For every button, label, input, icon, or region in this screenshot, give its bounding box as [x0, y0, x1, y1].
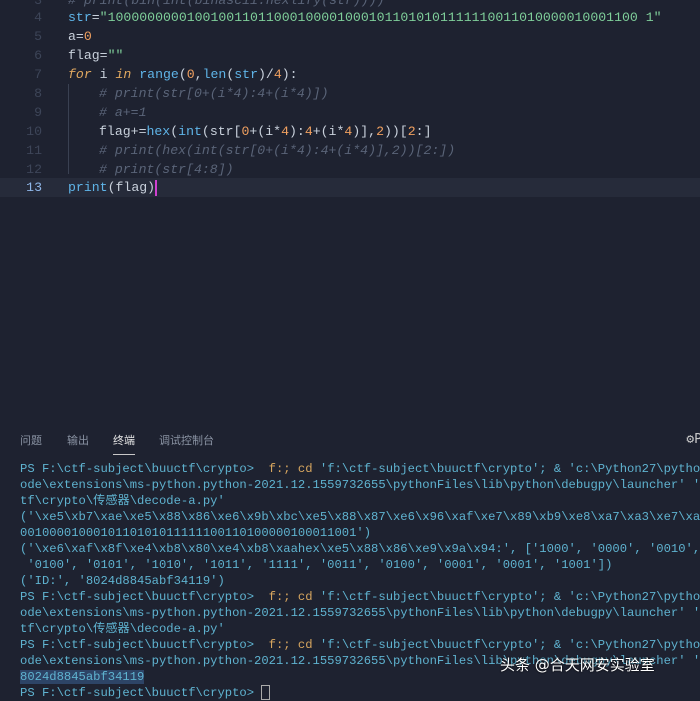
terminal-prompt: PS F:\ctf-subject\buuctf\crypto>: [20, 686, 262, 700]
text-cursor: [155, 179, 158, 196]
terminal-line: tf\crypto\传感器\decode-a.py': [20, 493, 700, 509]
code-line-8[interactable]: 8 # print(str[0+(i*4):4+(i*4)]): [0, 84, 700, 103]
terminal-args: 'f:\ctf-subject\buuctf\crypto'; & 'c:\Py…: [312, 590, 700, 604]
code-line-10[interactable]: 10 flag+=hex(int(str[0+(i*4):4+(i*4)],2))…: [0, 122, 700, 141]
terminal-text: ('\xe6\xaf\x8f\xe4\xb8\x80\xe4\xb8\xaahe…: [20, 542, 700, 556]
terminal-text: ('\xe5\xb7\xae\xe5\x88\x86\xe6\x9b\xbc\x…: [20, 510, 700, 524]
watermark: 头条 @合天网安实验室: [500, 656, 655, 674]
terminal-line: PS F:\ctf-subject\buuctf\crypto>: [20, 685, 700, 701]
terminal-command: f:; cd: [261, 590, 313, 604]
terminal-line: PS F:\ctf-subject\buuctf\crypto> f:; cd …: [20, 461, 700, 477]
bug-icon: ⚙: [686, 432, 695, 447]
terminal-text: tf\crypto\传感器\decode-a.py': [20, 622, 225, 636]
code-line-6[interactable]: 6 flag="": [0, 46, 700, 65]
code-line-11[interactable]: 11 # print(hex(int(str[0+(i*4):4+(i*4)],2…: [0, 141, 700, 160]
code-line-12[interactable]: 12 # print(str[4:8]): [0, 160, 700, 179]
terminal-args: 'f:\ctf-subject\buuctf\crypto'; & 'c:\Py…: [312, 462, 700, 476]
tab-debug-console[interactable]: 调试控制台: [159, 432, 214, 448]
code-editor[interactable]: 3 # print(bin(int(binascii.hexlify(str)))…: [0, 0, 700, 420]
terminal-line: ('\xe5\xb7\xae\xe5\x88\x86\xe6\x9b\xbc\x…: [20, 509, 700, 525]
tab-terminal[interactable]: 终端: [113, 432, 135, 455]
code-line-5[interactable]: 5 a=0: [0, 27, 700, 46]
terminal-cursor: [261, 685, 271, 701]
code-line-9[interactable]: 9 # a+=1: [0, 103, 700, 122]
terminal-command: f:; cd: [261, 638, 313, 652]
tab-problems[interactable]: 问题: [20, 432, 42, 448]
debug-launch-button[interactable]: ⚙P: [686, 432, 700, 447]
terminal-prompt: PS F:\ctf-subject\buuctf\crypto>: [20, 462, 262, 476]
terminal-text: ('ID:', '8024d8845abf34119'): [20, 574, 225, 588]
terminal-line: ('ID:', '8024d8845abf34119'): [20, 573, 700, 589]
code-line-13[interactable]: 13 print(flag): [0, 178, 700, 197]
terminal-text: ode\extensions\ms-python.python-2021.12.…: [20, 478, 700, 492]
terminal-command: f:; cd: [261, 462, 313, 476]
tab-output[interactable]: 输出: [67, 432, 89, 448]
terminal-line: ode\extensions\ms-python.python-2021.12.…: [20, 477, 700, 493]
binary-string: 1000000000100100110110001000010001011010…: [107, 10, 654, 25]
terminal-text: 0010000100010110101011111100110100000100…: [20, 526, 372, 540]
terminal-line: 0010000100010110101011111100110100000100…: [20, 525, 700, 541]
terminal-text: ode\extensions\ms-python.python-2021.12.…: [20, 606, 700, 620]
terminal-line: ode\extensions\ms-python.python-2021.12.…: [20, 605, 700, 621]
terminal-line: PS F:\ctf-subject\buuctf\crypto> f:; cd …: [20, 637, 700, 653]
terminal-line: tf\crypto\传感器\decode-a.py': [20, 621, 700, 637]
terminal-prompt: PS F:\ctf-subject\buuctf\crypto>: [20, 590, 262, 604]
terminal-line: PS F:\ctf-subject\buuctf\crypto> f:; cd …: [20, 589, 700, 605]
code-line-4[interactable]: 4 str="1000000000100100110110001000010001…: [0, 8, 700, 27]
terminal-prompt: PS F:\ctf-subject\buuctf\crypto>: [20, 638, 262, 652]
code-line-7[interactable]: 7 for i in range(0,len(str)/4):: [0, 65, 700, 84]
selected-output: 8024d8845abf34119: [20, 670, 145, 684]
terminal-text: tf\crypto\传感器\decode-a.py': [20, 494, 225, 508]
terminal-args: 'f:\ctf-subject\buuctf\crypto'; & 'c:\Py…: [312, 638, 700, 652]
terminal-line: ('\xe6\xaf\x8f\xe4\xb8\x80\xe4\xb8\xaahe…: [20, 541, 700, 557]
terminal-line: '0100', '0101', '1010', '1011', '1111', …: [20, 557, 700, 573]
terminal-text: '0100', '0101', '1010', '1011', '1111', …: [20, 558, 613, 572]
